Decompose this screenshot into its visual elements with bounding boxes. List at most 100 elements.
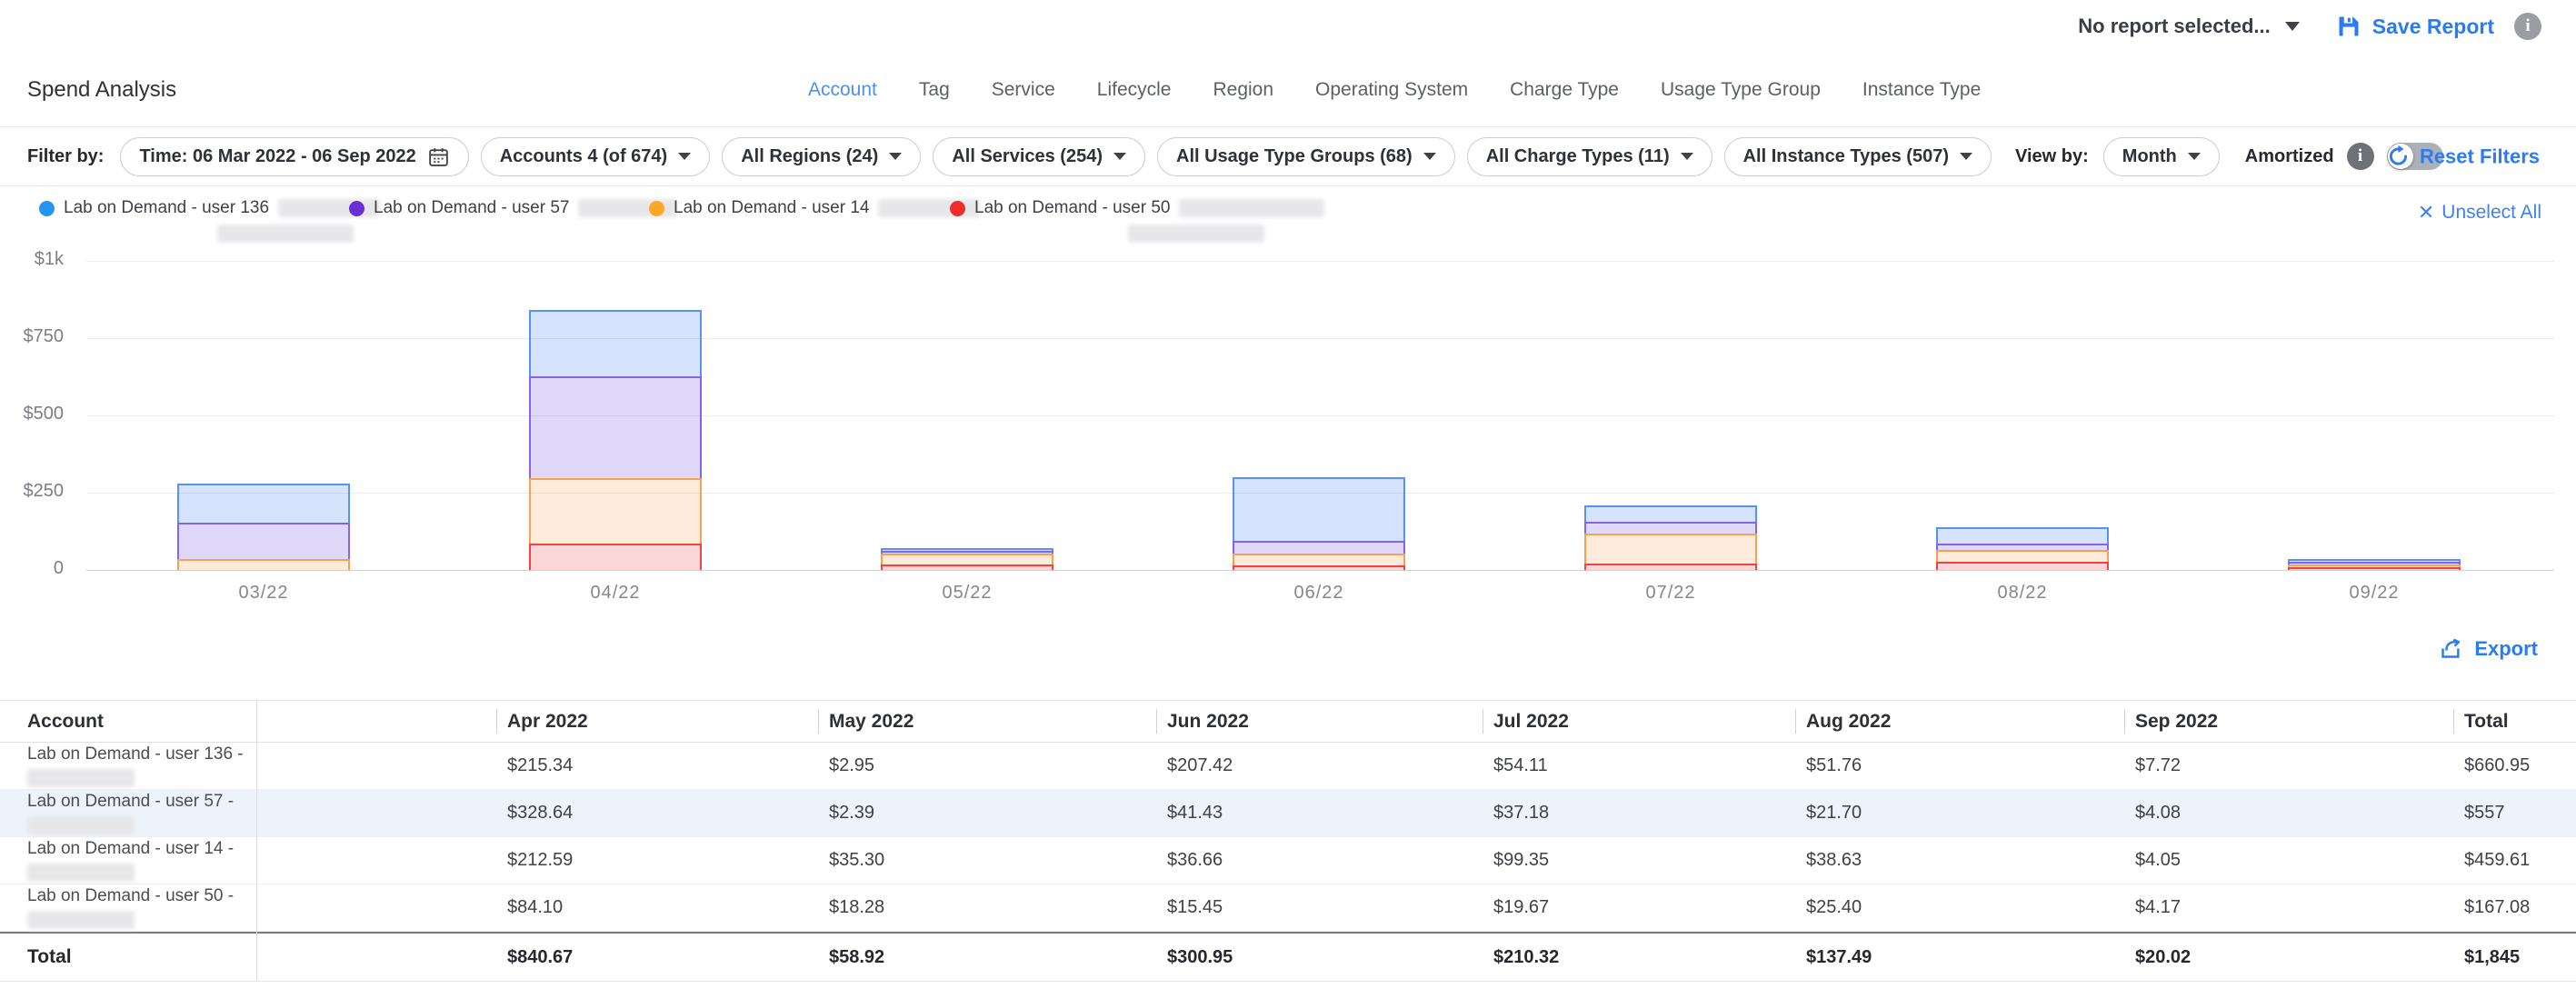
table-cell: $37.18 [1483,803,1795,824]
chart-bar[interactable] [1584,505,1757,570]
export-icon [2439,636,2463,661]
tab-usage-type-group[interactable]: Usage Type Group [1661,79,1821,101]
legend-item[interactable]: Lab on Demand - user 14 [649,198,980,218]
tab-account[interactable]: Account [808,79,877,101]
info-icon[interactable]: i [2514,13,2541,40]
account-name: Lab on Demand - user 14 - [27,839,496,859]
bar-segment-lab-on-demand-user-50 [529,544,702,570]
export-button[interactable]: Export [2439,636,2538,661]
filter-pill[interactable]: All Instance Types (507) [1724,137,1992,176]
tab-instance-type[interactable]: Instance Type [1862,79,1981,101]
x-axis-tick-label: 06/22 [1293,583,1343,604]
filter-pill-label: All Charge Types (11) [1486,146,1670,167]
unselect-all-label: Unselect All [2441,202,2541,224]
legend-item[interactable]: Lab on Demand - user 136 [39,198,380,243]
chart-bar[interactable] [177,484,350,570]
chevron-down-icon [2188,153,2201,160]
bar-segment-lab-on-demand-user-50 [2288,567,2461,570]
account-name: Lab on Demand - user 136 - [27,744,496,764]
filter-pill[interactable]: All Regions (24) [722,137,921,176]
chart-bar[interactable] [1936,527,2109,570]
table-cell: $54.11 [1483,755,1795,776]
filter-pill[interactable]: All Services (254) [933,137,1145,176]
account-cell: Lab on Demand - user 136 - [0,744,496,787]
account-name: Lab on Demand - user 50 - [27,886,496,906]
time-range-label: Time: 06 Mar 2022 - 06 Sep 2022 [139,146,415,167]
bar-segment-lab-on-demand-user-50 [1233,565,1405,570]
view-by-label: View by: [2015,146,2089,167]
spend-chart: $1k$750$500$2500 03/2204/2205/2206/2207/… [0,255,2576,618]
account-cell: Lab on Demand - user 14 - [0,839,496,882]
page-title: Spend Analysis [27,77,176,103]
filter-pill[interactable]: All Charge Types (11) [1467,137,1712,176]
legend-dot-icon [349,201,364,216]
chart-y-axis: $1k$750$500$2500 [0,261,75,570]
bar-segment-lab-on-demand-user-14 [881,554,1053,564]
table-row: Lab on Demand - user 14 -$212.59$35.30$3… [0,837,2576,884]
table-cell: $167.08 [2453,897,2576,918]
filter-bar: Filter by: Time: 06 Mar 2022 - 06 Sep 20… [0,127,2576,186]
table-row: Lab on Demand - user 57 -$328.64$2.39$41… [0,790,2576,837]
column-header: Apr 2022 [496,701,818,742]
table-body: Lab on Demand - user 136 -$215.34$2.95$2… [0,743,2576,932]
reset-filters-label: Reset Filters [2420,145,2540,168]
legend-label: Lab on Demand - user 14 [674,198,869,218]
chart-bar[interactable] [1233,477,1405,570]
tab-region[interactable]: Region [1213,79,1273,101]
save-report-label: Save Report [2372,15,2494,39]
save-report-button[interactable]: Save Report [2336,14,2494,39]
chevron-down-icon [889,153,902,160]
bar-segment-lab-on-demand-user-136 [177,484,350,523]
chart-bar[interactable] [529,310,702,570]
bar-segment-lab-on-demand-user-136 [529,310,702,376]
filter-pill-label: All Regions (24) [741,146,878,167]
filter-pill-label: Accounts 4 (of 674) [500,146,667,167]
chart-bar[interactable] [881,548,1053,570]
tab-charge-type[interactable]: Charge Type [1510,79,1619,101]
chart-plot: 03/2204/2205/2206/2207/2208/2209/22 [86,261,2554,570]
redacted-text [27,816,135,834]
table-cell: $2.95 [818,755,1156,776]
y-axis-tick-label: $500 [0,404,64,425]
view-by-dropdown[interactable]: Month [2103,137,2220,176]
x-axis-tick-label: 03/22 [238,583,288,604]
filter-pill[interactable]: Accounts 4 (of 674) [481,137,710,176]
amortized-label: Amortized [2245,146,2334,167]
chart-bar[interactable] [2288,559,2461,570]
filter-pill[interactable]: All Usage Type Groups (68) [1157,137,1455,176]
total-cell: $840.67 [496,947,818,968]
time-range-pill[interactable]: Time: 06 Mar 2022 - 06 Sep 2022 [120,137,468,176]
gridline [86,415,2554,416]
tab-service[interactable]: Service [992,79,1055,101]
table-cell: $4.17 [2124,897,2453,918]
filter-pill-label: All Instance Types (507) [1743,146,1949,167]
bar-segment-lab-on-demand-user-57 [1936,544,2109,550]
bar-segment-lab-on-demand-user-14 [1936,550,2109,562]
legend-line: Lab on Demand - user 57 [349,198,676,218]
tab-tag[interactable]: Tag [919,79,950,101]
tab-operating-system[interactable]: Operating System [1315,79,1468,101]
total-row-label: Total [0,946,496,968]
reset-filters-button[interactable]: Reset Filters [2386,145,2540,169]
save-floppy-icon [2336,14,2361,39]
table-cell: $41.43 [1156,803,1483,824]
unselect-all-button[interactable]: ✕ Unselect All [2418,202,2541,224]
table-cell: $25.40 [1795,897,2124,918]
chart-legend: Lab on Demand - user 136 Lab on Demand - … [0,195,2576,251]
export-label: Export [2474,637,2538,661]
total-cell: $58.92 [818,947,1156,968]
legend-item[interactable]: Lab on Demand - user 50 [950,198,1324,243]
spend-analysis-page: No report selected... Save Report i Spen… [0,0,2576,989]
report-selector-dropdown[interactable]: No report selected... [2078,15,2300,38]
amortized-info-icon[interactable]: i [2347,143,2374,170]
tab-lifecycle[interactable]: Lifecycle [1097,79,1172,101]
x-axis-tick-label: 04/22 [590,583,640,604]
legend-label: Lab on Demand - user 136 [64,198,269,218]
table-cell: $51.76 [1795,755,2124,776]
bar-segment-lab-on-demand-user-57 [1233,541,1405,554]
legend-item[interactable]: Lab on Demand - user 57 [349,198,676,218]
close-icon: ✕ [2418,203,2434,223]
chevron-down-icon [2285,22,2300,31]
y-axis-tick-label: $1k [0,249,64,270]
table-cell: $2.39 [818,803,1156,824]
